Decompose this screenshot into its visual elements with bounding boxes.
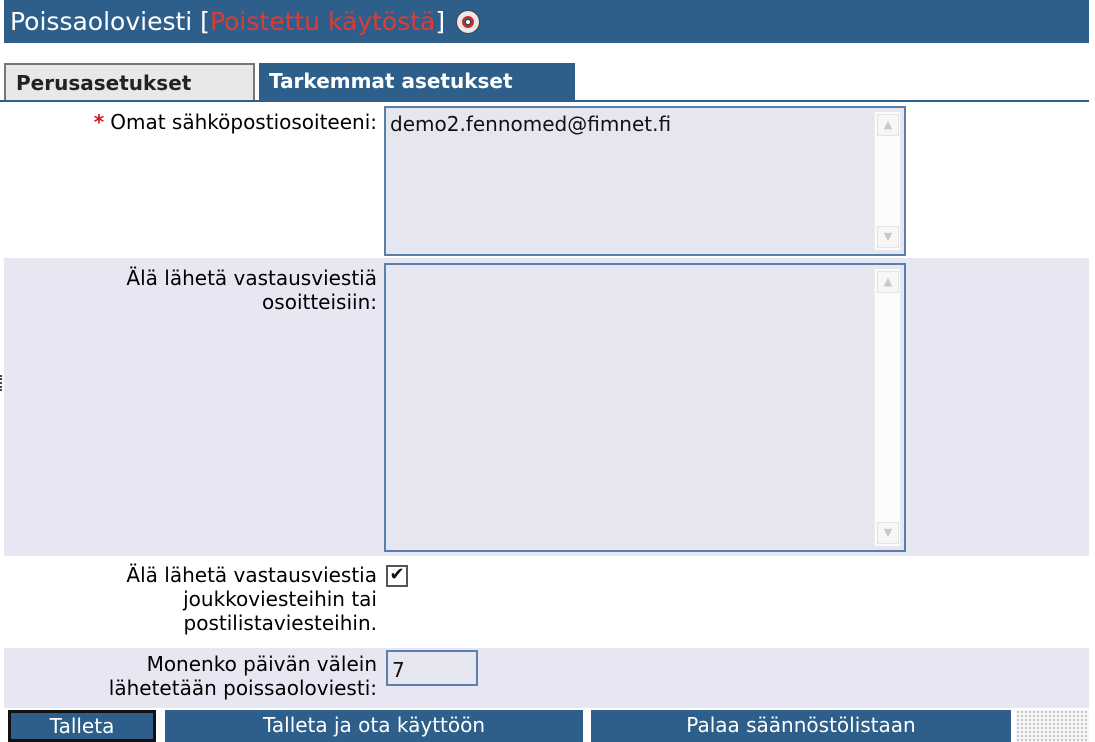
own-emails-textarea[interactable]: demo2.fennomed@fimnet.fi ▲ ▼ [384,106,906,256]
resize-handle[interactable] [0,375,3,391]
status-label: Poistettu käytöstä [209,7,436,36]
page-title: Poissaoloviesti [10,7,193,36]
scroll-up-icon[interactable]: ▲ [877,271,899,293]
own-emails-value: demo2.fennomed@fimnet.fi [390,112,672,136]
tab-basic-settings[interactable]: Perusasetukset [4,63,255,101]
no-reply-mass-label-line1: Älä lähetä vastausviestia [126,563,377,587]
lifebuoy-icon[interactable] [457,11,480,33]
tab-bar: Perusasetukset Tarkemmat asetukset [4,63,575,101]
no-reply-addresses-label: Älä lähetä vastausviestiä osoitteisiin: [126,266,377,314]
no-reply-addresses-scrollbar[interactable]: ▲ ▼ [874,269,900,546]
interval-days-input[interactable]: 7 [386,650,478,686]
no-reply-mass-label-line2: joukkoviesteihin tai [183,587,377,611]
own-emails-label: * Omat sähköpostiosoiteeni: [94,110,377,134]
tab-advanced-settings[interactable]: Tarkemmat asetukset [255,63,575,101]
scroll-down-icon[interactable]: ▼ [877,522,899,544]
back-to-rules-button[interactable]: Palaa säännöstölistaan [591,710,1011,742]
save-button[interactable]: Talleta [8,710,156,742]
no-reply-mass-label-line3: postilistaviesteihin. [183,611,377,635]
required-mark: * [93,110,105,134]
no-reply-mass-label: Älä lähetä vastausviestia joukkoviesteih… [126,563,377,635]
title-bracket-close: ] [435,7,454,36]
save-and-enable-button[interactable]: Talleta ja ota käyttöön [165,710,583,742]
own-emails-label-text: Omat sähköpostiosoiteeni: [110,110,377,134]
no-reply-addresses-textarea[interactable]: ▲ ▼ [384,263,906,552]
interval-label: Monenko päivän välein lähetetään poissao… [109,652,377,700]
no-reply-mass-row: Älä lähetä vastausviestia joukkoviesteih… [4,556,1089,648]
interval-label-line1: Monenko päivän välein [146,652,377,676]
no-reply-mass-checkbox[interactable]: ✔ [386,565,408,587]
title-bar: Poissaoloviesti [Poistettu käytöstä] [4,0,1089,43]
own-emails-scrollbar[interactable]: ▲ ▼ [874,112,900,250]
scroll-up-icon[interactable]: ▲ [877,114,899,136]
no-reply-addresses-label-line2: osoitteisiin: [262,290,377,314]
interval-label-line2: lähetetään poissaoloviesti: [108,676,377,700]
scroll-down-icon[interactable]: ▼ [877,226,899,248]
tab-underline [0,100,1089,102]
button-bar-filler [1016,710,1089,742]
interval-row: Monenko päivän välein lähetetään poissao… [4,648,1089,708]
no-reply-addresses-label-line1: Älä lähetä vastausviestiä [126,266,377,290]
title-bracket-open: [ [192,7,210,36]
